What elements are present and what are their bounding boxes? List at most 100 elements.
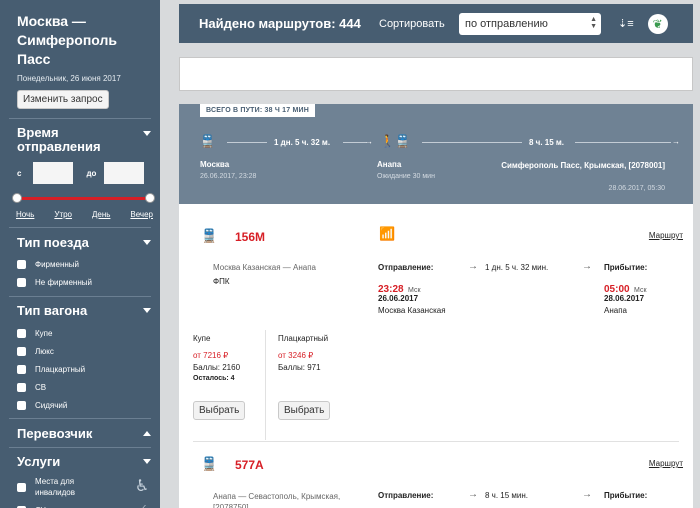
wheelchair-icon: ♿ xyxy=(134,478,150,495)
search-input[interactable] xyxy=(179,57,693,91)
checkbox[interactable] xyxy=(17,382,26,392)
slider-handle-end[interactable] xyxy=(145,193,155,203)
departure-label: Отправление: xyxy=(378,491,434,500)
train-item: 🚆 156М 📶 Маршрут Москва Казанская — Анап… xyxy=(179,204,693,440)
arrival-label: Прибытие: xyxy=(604,491,648,500)
carrier-toggle[interactable]: Перевозчик xyxy=(17,426,151,441)
change-request-button[interactable]: Изменить запрос xyxy=(17,90,109,109)
caret-down-icon xyxy=(143,308,151,313)
chart-icon: ⟋ xyxy=(133,501,151,508)
period-evening[interactable]: Вечер xyxy=(130,210,153,219)
period-night[interactable]: Ночь xyxy=(16,210,34,219)
mid-station: Анапа xyxy=(377,160,402,169)
checkbox[interactable] xyxy=(17,277,26,287)
walk-train-icon: 🚶🚆 xyxy=(380,134,410,148)
select-arrows-icon: ▲ ▼ xyxy=(590,15,597,30)
fare-price: от 7216 ₽ xyxy=(193,351,229,360)
departure-time-toggle[interactable]: Время отправления xyxy=(17,126,151,154)
time-to-label: до xyxy=(86,168,97,178)
from-station: Москва xyxy=(200,160,230,169)
train-route: Москва Казанская — Анапа xyxy=(213,263,316,272)
sort-value: по отправлению xyxy=(465,17,548,30)
from-datetime: 26.06.2017, 23:28 xyxy=(200,173,257,180)
route-link[interactable]: Маршрут xyxy=(649,459,683,468)
train-item: 🚆 577А Маршрут Анапа — Севастополь, Крым… xyxy=(179,442,693,508)
service-option[interactable]: ЛЦ xyxy=(17,501,46,508)
departure-time-title: Время отправления xyxy=(17,125,101,154)
checkbox[interactable] xyxy=(17,364,26,374)
to-station: Симферополь Пасс, Крымская, [2078001] xyxy=(501,161,665,170)
caret-down-icon xyxy=(143,240,151,245)
train-type-title: Тип поезда xyxy=(17,235,89,250)
train-icon: 🚆 xyxy=(200,134,215,148)
route-summary: ВСЕГО В ПУТИ: 38 Ч 17 МИН 🚆 1 дн. 5 ч. 3… xyxy=(179,104,693,204)
car-type-option[interactable]: Сидячий xyxy=(17,396,151,414)
train-route: Анапа — Севастополь, Крымская, [2078750] xyxy=(213,492,341,508)
arrow-right-icon: → xyxy=(582,261,592,272)
arrival-label: Прибытие: xyxy=(604,263,648,272)
segment2-duration: 8 ч. 15 м. xyxy=(529,138,565,147)
car-type-option[interactable]: Купе xyxy=(17,324,151,342)
services-title: Услуги xyxy=(17,454,61,469)
arrival-station: Анапа xyxy=(604,306,627,315)
route-title: Москва — Симферополь Пасс xyxy=(17,13,118,67)
checkbox[interactable] xyxy=(17,346,26,356)
slider-track xyxy=(17,197,150,200)
service-option[interactable]: Места для инвалидов xyxy=(17,473,110,501)
services-toggle[interactable]: Услуги xyxy=(17,454,151,469)
arrow-right-icon: → xyxy=(468,261,478,272)
fare-class: Купе xyxy=(193,334,211,343)
fare-seats-left: Осталось: 4 xyxy=(193,375,235,382)
trip-duration: 8 ч. 15 мин. xyxy=(485,491,529,500)
train-number[interactable]: 577А xyxy=(235,458,264,472)
route-link[interactable]: Маршрут xyxy=(649,231,683,240)
train-number[interactable]: 156М xyxy=(235,230,265,244)
sort-desc-icon[interactable]: ⇣≡ xyxy=(618,17,634,30)
arrow-right-icon: → xyxy=(672,137,680,146)
checkbox[interactable] xyxy=(17,328,26,338)
car-type-title: Тип вагона xyxy=(17,303,88,318)
checkbox[interactable] xyxy=(17,259,26,269)
stats-icon: 📶 xyxy=(379,226,396,241)
time-from-label: с xyxy=(17,168,22,178)
arrow-right-icon: → xyxy=(365,137,373,146)
period-morning[interactable]: Утро xyxy=(54,210,72,219)
filter-sidebar: Москва — Симферополь Пасс Понедельник, 2… xyxy=(0,0,160,508)
route-card: ВСЕГО В ПУТИ: 38 Ч 17 МИН 🚆 1 дн. 5 ч. 3… xyxy=(179,104,693,508)
checkbox[interactable] xyxy=(17,482,26,492)
select-fare-button[interactable]: Выбрать xyxy=(193,401,246,420)
slider-handle-start[interactable] xyxy=(12,193,22,203)
segment1-duration: 1 дн. 5 ч. 32 м. xyxy=(274,138,331,147)
departure-date: 26.06.2017 xyxy=(378,294,419,303)
fare-price: от 3246 ₽ xyxy=(278,351,314,360)
departure-station: Москва Казанская xyxy=(378,306,446,315)
leaf-icon[interactable]: ❦ xyxy=(647,13,668,34)
time-range-slider[interactable] xyxy=(12,192,155,204)
time-from-input[interactable] xyxy=(33,162,74,184)
fare-class: Плацкартный xyxy=(278,334,329,343)
mid-wait: Ожидание 30 мин xyxy=(377,173,435,180)
checkbox[interactable] xyxy=(17,400,26,410)
car-type-option[interactable]: Люкс xyxy=(17,342,151,360)
car-type-toggle[interactable]: Тип вагона xyxy=(17,303,151,318)
train-type-option[interactable]: Фирменный xyxy=(17,255,151,273)
select-fare-button[interactable]: Выбрать xyxy=(278,401,331,420)
train-icon: 🚆 xyxy=(201,456,218,471)
train-type-toggle[interactable]: Тип поезда xyxy=(17,235,151,250)
arrival-date: 28.06.2017 xyxy=(604,294,645,303)
caret-down-icon xyxy=(143,131,151,136)
fare-points: Баллы: 2160 xyxy=(193,363,241,372)
car-type-option[interactable]: СВ xyxy=(17,378,151,396)
period-day[interactable]: День xyxy=(92,210,110,219)
found-count: Найдено маршрутов: 444 xyxy=(199,16,361,31)
arrow-right-icon: → xyxy=(468,489,478,500)
sort-select[interactable]: по отправлению ▲ ▼ xyxy=(459,12,601,35)
trip-duration: 1 дн. 5 ч. 32 мин. xyxy=(485,263,549,272)
to-datetime: 28.06.2017, 05:30 xyxy=(608,185,665,192)
time-to-input[interactable] xyxy=(104,162,145,184)
car-type-option[interactable]: Плацкартный xyxy=(17,360,151,378)
arrow-right-icon: → xyxy=(582,489,592,500)
route-date: Понедельник, 26 июня 2017 xyxy=(17,74,121,83)
train-type-option[interactable]: Не фирменный xyxy=(17,273,151,291)
caret-down-icon xyxy=(143,459,151,464)
